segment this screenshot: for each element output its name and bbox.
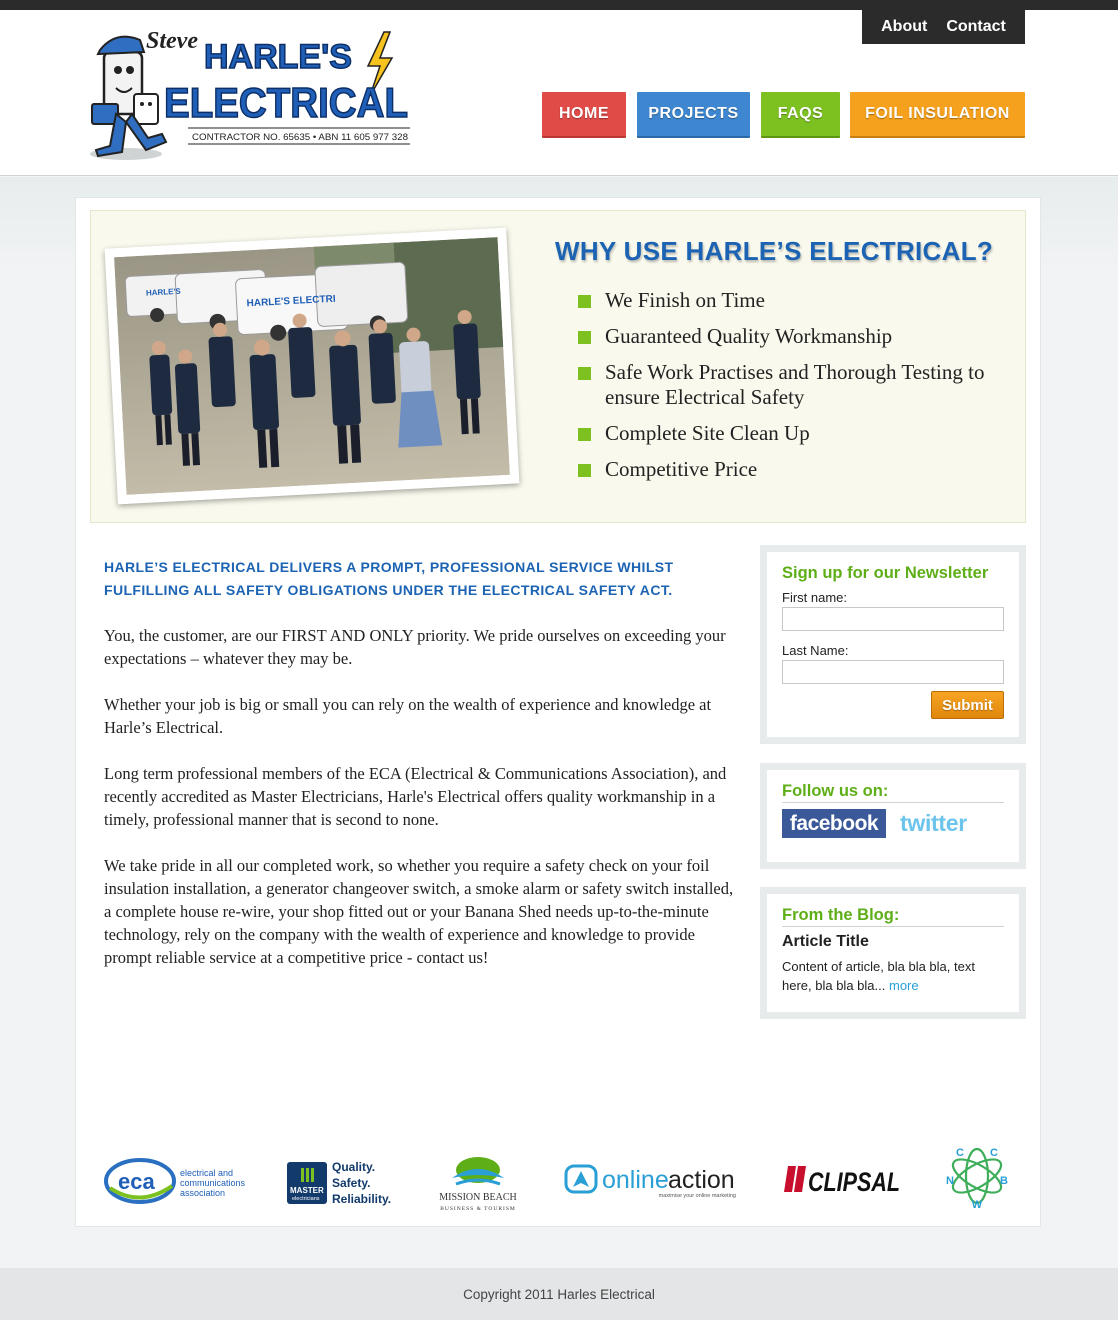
newsletter-widget-inner: Sign up for our Newsletter First name: L… bbox=[767, 552, 1019, 737]
svg-text:online: online bbox=[602, 1166, 669, 1194]
svg-text:Safety.: Safety. bbox=[332, 1176, 370, 1190]
blog-widget-inner: From the Blog: Article Title Content of … bbox=[767, 894, 1019, 1012]
clipsal-logo[interactable]: CLIPSAL bbox=[784, 1162, 904, 1196]
team-photo: HARLE'S HARLE'S ELECTRI bbox=[114, 237, 510, 495]
svg-text:electricians: electricians bbox=[292, 1196, 320, 1202]
article-title[interactable]: Article Title bbox=[782, 933, 1004, 951]
follow-title: Follow us on: bbox=[782, 782, 1004, 803]
svg-text:BUSINESS & TOURISM: BUSINESS & TOURISM bbox=[440, 1206, 516, 1212]
facebook-button[interactable]: facebook bbox=[782, 809, 886, 838]
benefit-item: Guaranteed Quality Workmanship bbox=[578, 324, 1018, 349]
body-paragraph: Long term professional members of the EC… bbox=[104, 764, 727, 829]
svg-text:MISSION BEACH: MISSION BEACH bbox=[439, 1192, 517, 1203]
intro-heading: HARLE’S ELECTRICAL DELIVERS A PROMPT, PR… bbox=[104, 559, 674, 598]
last-name-input[interactable] bbox=[782, 660, 1004, 684]
svg-text:ELECTRICAL: ELECTRICAL bbox=[164, 79, 408, 126]
master-electricians-logo[interactable]: MASTER electricians Quality. Safety. Rel… bbox=[286, 1156, 398, 1210]
social-links: facebook twitter bbox=[782, 809, 1004, 838]
nav-foil-insulation-button[interactable]: FOIL INSULATION bbox=[850, 92, 1025, 138]
twitter-button[interactable]: twitter bbox=[900, 810, 967, 837]
article-excerpt: Content of article, bla bla bla, text he… bbox=[782, 959, 975, 993]
copyright-text: Copyright 2011 Harles Electrical bbox=[463, 1286, 655, 1302]
body-paragraph: Whether your job is big or small you can… bbox=[104, 695, 712, 737]
newsletter-widget: Sign up for our Newsletter First name: L… bbox=[760, 545, 1026, 744]
svg-text:Quality.: Quality. bbox=[332, 1160, 375, 1174]
ccnwb-atom-logo[interactable]: C C N B W bbox=[944, 1142, 1010, 1210]
utility-nav: About Contact bbox=[862, 10, 1025, 44]
newsletter-submit-button[interactable]: Submit bbox=[931, 691, 1004, 719]
eca-logo[interactable]: eca electrical and communications associ… bbox=[104, 1156, 254, 1208]
bullet-square-icon bbox=[578, 464, 591, 477]
top-bar bbox=[0, 0, 1118, 10]
bullet-square-icon bbox=[578, 331, 591, 344]
svg-text:Steve: Steve bbox=[146, 28, 198, 54]
blog-title: From the Blog: bbox=[782, 906, 1004, 927]
svg-text:Reliability.: Reliability. bbox=[332, 1192, 391, 1206]
read-more-link[interactable]: more bbox=[889, 978, 919, 993]
svg-text:MASTER: MASTER bbox=[290, 1186, 324, 1195]
benefit-item: We Finish on Time bbox=[578, 288, 1018, 313]
newsletter-title: Sign up for our Newsletter bbox=[782, 564, 989, 582]
benefit-item: Safe Work Practises and Thorough Testing… bbox=[578, 360, 1018, 410]
first-name-label: First name: bbox=[782, 590, 848, 605]
partner-logos: eca electrical and communications associ… bbox=[104, 1140, 1014, 1215]
svg-text:W: W bbox=[972, 1199, 983, 1210]
svg-text:C: C bbox=[956, 1147, 964, 1159]
svg-text:HARLE'S: HARLE'S bbox=[146, 287, 182, 298]
svg-text:maximise your online marketing: maximise your online marketing bbox=[659, 1193, 736, 1199]
svg-text:HARLE'S: HARLE'S bbox=[204, 38, 352, 76]
harles-electrical-logo[interactable]: Steve HARLE'S ELECTRICAL CONTRACTOR NO. … bbox=[86, 22, 416, 166]
svg-text:CLIPSAL: CLIPSAL bbox=[808, 1167, 900, 1196]
nav-contact-link[interactable]: Contact bbox=[946, 18, 1006, 36]
svg-text:CONTRACTOR NO. 65635 • ABN 1: CONTRACTOR NO. 65635 • ABN 11 605 977 32… bbox=[192, 132, 408, 142]
nav-faqs-button[interactable]: FAQS bbox=[761, 92, 840, 138]
nav-projects-button[interactable]: PROJECTS bbox=[637, 92, 750, 138]
svg-text:B: B bbox=[1000, 1175, 1008, 1187]
svg-text:electrical and: electrical and bbox=[180, 1168, 233, 1178]
benefits-list: We Finish on Time Guaranteed Quality Wor… bbox=[578, 288, 1018, 493]
last-name-label: Last Name: bbox=[782, 643, 849, 658]
mission-beach-logo[interactable]: MISSION BEACH BUSINESS & TOURISM bbox=[430, 1150, 526, 1214]
body-paragraph: We take pride in all our completed work,… bbox=[104, 856, 734, 967]
benefit-item: Complete Site Clean Up bbox=[578, 421, 1018, 446]
first-name-input[interactable] bbox=[782, 607, 1004, 631]
nav-home-button[interactable]: HOME bbox=[542, 92, 626, 138]
blog-widget: From the Blog: Article Title Content of … bbox=[760, 887, 1026, 1019]
site-footer: Copyright 2011 Harles Electrical bbox=[0, 1268, 1118, 1320]
svg-text:association: association bbox=[180, 1188, 225, 1198]
svg-text:N: N bbox=[946, 1175, 954, 1187]
nav-about-link[interactable]: About bbox=[881, 18, 927, 36]
body-paragraph: You, the customer, are our FIRST AND ONL… bbox=[104, 626, 726, 668]
body-copy: You, the customer, are our FIRST AND ONL… bbox=[104, 624, 734, 992]
follow-widget-inner: Follow us on: facebook twitter bbox=[767, 770, 1019, 862]
bullet-square-icon bbox=[578, 367, 591, 380]
onlineaction-logo[interactable]: online action maximise your online marke… bbox=[564, 1162, 740, 1200]
team-photo-frame: HARLE'S HARLE'S ELECTRI bbox=[104, 227, 520, 505]
follow-widget: Follow us on: facebook twitter bbox=[760, 763, 1026, 869]
bullet-square-icon bbox=[578, 295, 591, 308]
svg-text:communications: communications bbox=[180, 1178, 246, 1188]
benefit-item: Competitive Price bbox=[578, 457, 1018, 482]
svg-text:C: C bbox=[990, 1147, 998, 1159]
mascot-icon bbox=[91, 35, 168, 158]
bullet-square-icon bbox=[578, 428, 591, 441]
svg-text:eca: eca bbox=[118, 1169, 155, 1194]
svg-text:action: action bbox=[668, 1166, 735, 1194]
hero-title: WHY USE HARLE’S ELECTRICAL? bbox=[555, 236, 994, 266]
